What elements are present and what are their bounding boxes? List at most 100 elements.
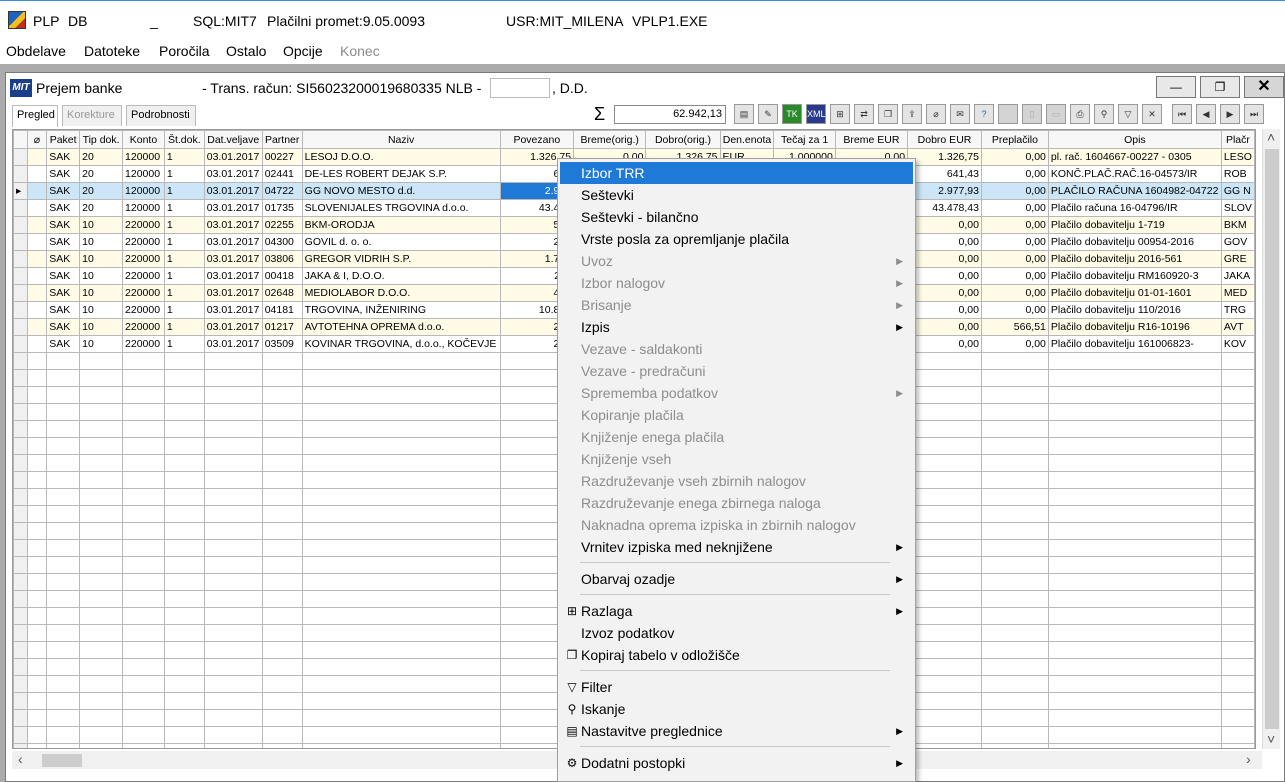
context-menu-item[interactable]: Seštevki - bilančno — [560, 206, 913, 228]
table-cell[interactable]: PLAČILO RAČUNA 1604982-04722 — [1047, 182, 1222, 200]
table-cell[interactable]: 1 — [163, 165, 205, 183]
row-indicator[interactable] — [13, 233, 28, 251]
table-cell[interactable]: 03.01.2017 — [203, 165, 263, 183]
row-indicator[interactable] — [13, 216, 28, 234]
header-cell[interactable]: Opis — [1047, 130, 1222, 149]
table-cell[interactable]: SAK — [46, 148, 81, 166]
toolbar-chat-icon[interactable]: ✉ — [950, 104, 970, 124]
table-cell[interactable]: 1 — [163, 199, 205, 217]
header-cell[interactable]: Den.enota — [719, 130, 775, 149]
header-cell[interactable]: Breme(orig.) — [573, 130, 647, 149]
table-cell[interactable]: 0,00 — [980, 165, 1049, 183]
table-cell[interactable]: SAK — [46, 250, 81, 268]
table-cell[interactable]: 03.01.2017 — [203, 318, 263, 336]
toolbar-first-icon[interactable]: ⏮ — [1172, 104, 1192, 124]
table-cell[interactable]: 10 — [79, 216, 124, 234]
table-cell[interactable]: 03.01.2017 — [203, 335, 263, 353]
table-cell[interactable]: 20 — [79, 165, 124, 183]
row-attach-cell[interactable] — [26, 267, 48, 285]
table-cell[interactable]: 220000 — [122, 233, 165, 251]
table-cell[interactable]: 0,00 — [980, 182, 1049, 200]
table-cell[interactable]: GOV — [1220, 233, 1255, 251]
context-menu-item[interactable]: ⚙ Dodatni postopki ▶ — [560, 752, 913, 774]
context-menu-item[interactable]: ❐ Kopiraj tabelo v odložišče — [560, 644, 913, 666]
table-cell[interactable]: BKM-ORODJA — [301, 216, 501, 234]
toolbar-next-icon[interactable]: ▶ — [1220, 104, 1240, 124]
table-cell[interactable]: 0,00 — [980, 250, 1049, 268]
header-cell[interactable]: Dat.veljave — [203, 130, 263, 149]
table-cell[interactable]: 1 — [163, 318, 205, 336]
table-cell[interactable]: Plačilo dobavitelju 00954-2016 — [1047, 233, 1222, 251]
header-cell[interactable]: Dobro EUR — [907, 130, 982, 149]
header-cell[interactable]: Št.dok. — [163, 130, 205, 149]
table-cell[interactable]: KOV — [1220, 335, 1255, 353]
table-cell[interactable]: 220000 — [122, 318, 165, 336]
context-menu-item[interactable]: Izbor TRR — [560, 162, 913, 184]
table-cell[interactable]: 641,43 — [907, 165, 982, 183]
context-menu-item[interactable]: ▤ Nastavitve preglednice ▶ — [560, 720, 913, 742]
menu-obdelave[interactable]: Obdelave — [6, 43, 66, 59]
table-cell[interactable]: 10 — [79, 233, 124, 251]
table-cell[interactable]: 0,00 — [907, 335, 982, 353]
table-cell[interactable]: 03.01.2017 — [203, 199, 263, 217]
table-cell[interactable]: 220000 — [122, 284, 165, 302]
table-cell[interactable]: 01217 — [261, 318, 303, 336]
table-cell[interactable]: 03.01.2017 — [203, 284, 263, 302]
table-cell[interactable]: Plačilo dobavitelju RM160920-3 — [1047, 267, 1222, 285]
horizontal-scroll-thumb[interactable] — [42, 754, 82, 767]
toolbar-prev-icon[interactable]: ◀ — [1196, 104, 1216, 124]
table-cell[interactable]: 220000 — [122, 216, 165, 234]
toolbar-xml-icon[interactable]: XML — [806, 104, 826, 124]
close-button[interactable]: ✕ — [1244, 76, 1284, 98]
row-attach-cell[interactable] — [26, 199, 48, 217]
toolbar-clear-filter-icon[interactable]: ✕ — [1142, 104, 1162, 124]
table-cell[interactable]: GRE — [1220, 250, 1255, 268]
context-menu-item[interactable]: Obarvaj ozadje ▶ — [560, 568, 913, 590]
row-attach-cell[interactable] — [26, 182, 48, 200]
table-cell[interactable]: 20 — [79, 148, 124, 166]
table-cell[interactable]: 0,00 — [907, 284, 982, 302]
context-menu-item[interactable]: Seštevki — [560, 184, 913, 206]
table-cell[interactable]: 10 — [79, 267, 124, 285]
table-cell[interactable]: KOVINAR TRGOVINA, d.o.o., KOČEVJE — [301, 335, 501, 353]
row-attach-cell[interactable] — [26, 233, 48, 251]
toolbar-tree-icon[interactable]: ⊞ — [830, 104, 850, 124]
toolbar-edit-icon[interactable]: ✎ — [758, 104, 778, 124]
table-cell[interactable]: SLOV — [1220, 199, 1255, 217]
toolbar-print-icon[interactable]: ⎙ — [1070, 104, 1090, 124]
table-cell[interactable]: 0,00 — [907, 301, 982, 319]
table-cell[interactable]: MED — [1220, 284, 1255, 302]
table-cell[interactable]: 120000 — [122, 148, 165, 166]
table-cell[interactable]: ROB — [1220, 165, 1255, 183]
table-cell[interactable]: 03.01.2017 — [203, 148, 263, 166]
row-indicator[interactable]: ▸ — [13, 182, 28, 200]
table-cell[interactable]: Plačilo dobavitelju 110/2016 — [1047, 301, 1222, 319]
table-cell[interactable]: Plačilo dobavitelju 2016-561 — [1047, 250, 1222, 268]
table-cell[interactable]: 00418 — [261, 267, 303, 285]
table-cell[interactable]: 0,00 — [907, 267, 982, 285]
row-attach-cell[interactable] — [26, 284, 48, 302]
table-cell[interactable]: 0,00 — [980, 267, 1049, 285]
toolbar-copy-icon[interactable]: ❐ — [878, 104, 898, 124]
table-cell[interactable]: 0,00 — [980, 148, 1049, 166]
table-cell[interactable]: 1.326,75 — [907, 148, 982, 166]
table-cell[interactable]: KONČ.PLAČ.RAČ.16-04573/IR — [1047, 165, 1222, 183]
row-indicator[interactable] — [13, 148, 28, 166]
toolbar-doc-icon[interactable]: ▤ — [734, 104, 754, 124]
table-cell[interactable]: JAKA & I, D.O.O. — [301, 267, 501, 285]
table-cell[interactable]: LESOJ D.O.O. — [301, 148, 501, 166]
toolbar-filter-icon[interactable]: ▽ — [1118, 104, 1138, 124]
row-attach-cell[interactable] — [26, 335, 48, 353]
row-indicator[interactable] — [13, 301, 28, 319]
table-cell[interactable]: Plačilo računa 16-04796/IR — [1047, 199, 1222, 217]
toolbar-link-icon[interactable]: ⇄ — [854, 104, 874, 124]
row-attach-cell[interactable] — [26, 250, 48, 268]
table-cell[interactable]: GOVIL d. o. o. — [301, 233, 501, 251]
table-cell[interactable]: SAK — [46, 199, 81, 217]
table-cell[interactable]: 43.478,43 — [907, 199, 982, 217]
table-cell[interactable]: 03509 — [261, 335, 303, 353]
menu-ostalo[interactable]: Ostalo — [226, 43, 266, 59]
vertical-scrollbar[interactable]: ˄ ˅ — [1262, 129, 1280, 749]
toolbar-export-icon[interactable]: ⇪ — [902, 104, 922, 124]
row-attach-cell[interactable] — [26, 301, 48, 319]
